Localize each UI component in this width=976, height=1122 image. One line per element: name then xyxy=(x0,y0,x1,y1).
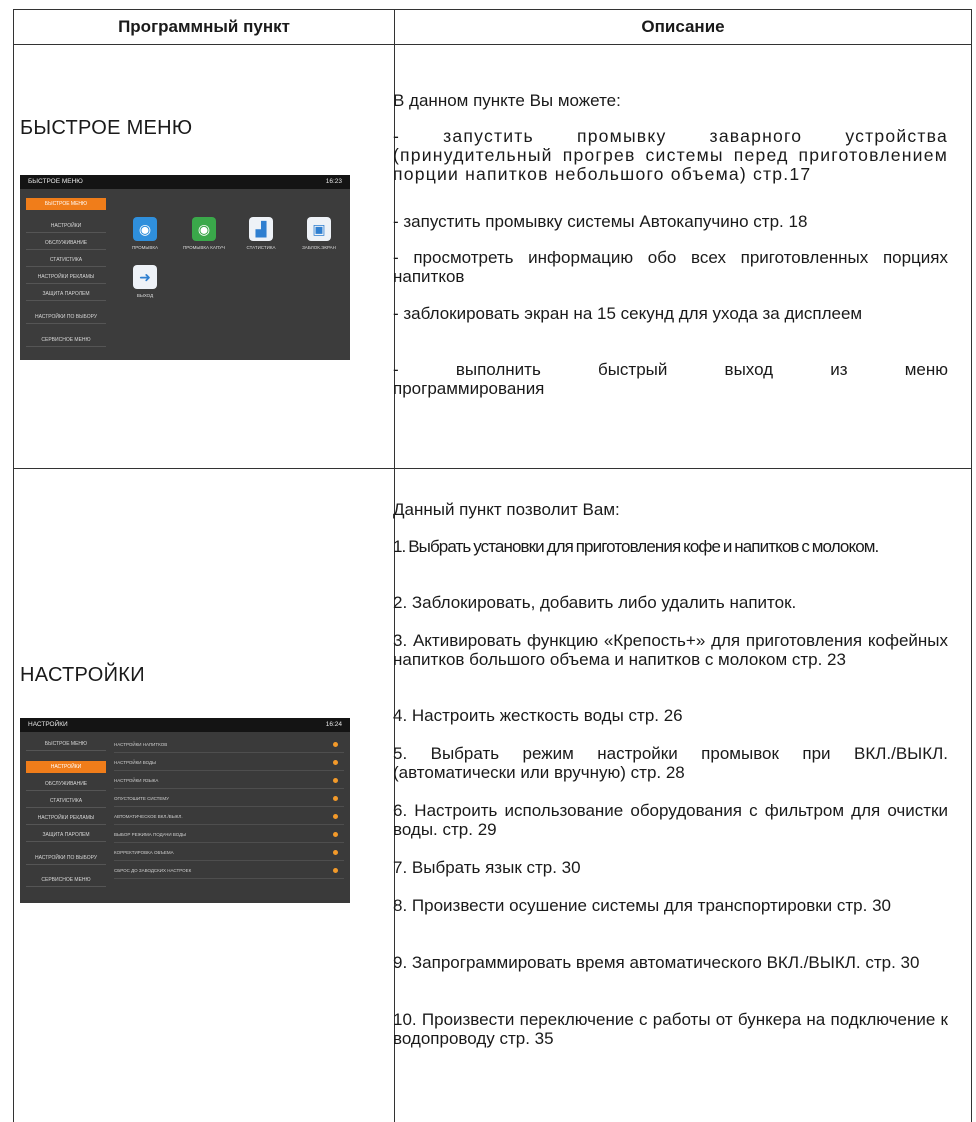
tile-label: ПРОМЫВКА КАПУЧ xyxy=(183,245,225,250)
desc-paragraph: 6. Настроить использование оборудования … xyxy=(393,801,948,839)
row-title-settings: НАСТРОЙКИ xyxy=(20,664,145,686)
arrow-icon xyxy=(333,760,338,765)
desc-paragraph: - запустить промывку системы Автокапучин… xyxy=(393,212,808,231)
menu-item: СЕРВИСНОЕ МЕНЮ xyxy=(26,334,106,347)
desc-paragraph: - выполнить быстрый выход из меню програ… xyxy=(393,360,948,398)
cappuccino-rinse-icon: ◉ xyxy=(192,217,216,241)
desc-paragraph: 4. Настроить жесткость воды стр. 26 xyxy=(393,706,683,725)
menu-item: СЕРВИСНОЕ МЕНЮ xyxy=(26,874,106,887)
desc-paragraph: 10. Произвести переключение с работы от … xyxy=(393,1010,948,1048)
settings-row: НАСТРОЙКИ НАПИТКОВ xyxy=(114,737,344,753)
settings-row: НАСТРОЙКИ ВОДЫ xyxy=(114,755,344,771)
arrow-icon xyxy=(333,742,338,747)
menu-item: НАСТРОЙКИ РЕКЛАМЫ xyxy=(26,812,106,825)
desc-paragraph: - просмотреть информацию обо всех пригот… xyxy=(393,248,948,286)
desc-paragraph: В данном пункте Вы можете: xyxy=(393,91,621,110)
desc-paragraph: 8. Произвести осушение системы для транс… xyxy=(393,896,891,915)
menu-item: ОБСЛУЖИВАНИЕ xyxy=(26,778,106,791)
menu-item: СТАТИСТИКА xyxy=(26,254,106,267)
tile-label: ПРОМЫВКА xyxy=(132,245,158,250)
settings-row: СБРОС ДО ЗАВОДСКИХ НАСТРОЕК xyxy=(114,863,344,879)
desc-paragraph: 9. Запрограммировать время автоматическо… xyxy=(393,953,920,972)
row-divider xyxy=(14,468,971,469)
screen-clock: 16:23 xyxy=(325,178,342,185)
arrow-icon xyxy=(333,850,338,855)
screen-clock: 16:24 xyxy=(325,721,342,728)
arrow-icon xyxy=(333,796,338,801)
settings-row-label: КОРРЕКТИРОВКА ОБЪЕМА xyxy=(114,850,174,855)
settings-row-label: НАСТРОЙКИ НАПИТКОВ xyxy=(114,742,168,747)
settings-row: АВТОМАТИЧЕСКОЕ ВКЛ./ВЫКЛ. xyxy=(114,809,344,825)
menu-item: ОБСЛУЖИВАНИЕ xyxy=(26,237,106,250)
desc-paragraph: 1. Выбрать установки для приготовления к… xyxy=(393,537,879,556)
desc-paragraph: 5. Выбрать режим настройки промывок при … xyxy=(393,744,948,782)
settings-row: ОПУСТОШИТЕ СИСТЕМУ xyxy=(114,791,344,807)
header-program-item: Программный пункт xyxy=(118,17,290,36)
tile-label: СТАТИСТИКА xyxy=(246,245,276,250)
menu-item: НАСТРОЙКИ xyxy=(26,761,106,773)
arrow-icon xyxy=(333,814,338,819)
desc-paragraph: 3. Активировать функцию «Крепость+» для … xyxy=(393,631,948,669)
tile-label: ВЫХОД xyxy=(136,293,154,298)
tile-label: ЗАБЛОК.ЭКРАН xyxy=(302,245,336,250)
header-description: Описание xyxy=(641,17,725,36)
menu-item: ЗАЩИТА ПАРОЛЕМ xyxy=(26,829,106,842)
screen-title-bar: НАСТРОЙКИ 16:24 xyxy=(20,718,350,732)
menu-item: НАСТРОЙКИ ПО ВЫБОРУ xyxy=(26,852,106,865)
menu-item: БЫСТРОЕ МЕНЮ xyxy=(26,738,106,751)
screen-title: БЫСТРОЕ МЕНЮ xyxy=(28,178,83,185)
menu-item: БЫСТРОЕ МЕНЮ xyxy=(26,198,106,210)
desc-paragraph: - заблокировать экран на 15 секунд для у… xyxy=(393,304,863,323)
settings-row-label: ВЫБОР РЕЖИМА ПОДАЧИ ВОДЫ xyxy=(114,832,187,837)
desc-paragraph: 2. Заблокировать, добавить либо удалить … xyxy=(393,593,797,612)
statistics-icon: ▟ xyxy=(249,217,273,241)
arrow-icon xyxy=(333,778,338,783)
desc-paragraph: Данный пункт позволит Вам: xyxy=(393,500,620,519)
settings-row: КОРРЕКТИРОВКА ОБЪЕМА xyxy=(114,845,344,861)
settings-row-label: НАСТРОЙКИ ВОДЫ xyxy=(114,760,157,765)
rinse-icon: ◉ xyxy=(133,217,157,241)
desc-paragraph: 7. Выбрать язык стр. 30 xyxy=(393,858,581,877)
menu-item: СТАТИСТИКА xyxy=(26,795,106,808)
menu-item: НАСТРОЙКИ РЕКЛАМЫ xyxy=(26,271,106,284)
screen-title: НАСТРОЙКИ xyxy=(28,721,68,728)
menu-item: ЗАЩИТА ПАРОЛЕМ xyxy=(26,288,106,301)
settings-screenshot: НАСТРОЙКИ 16:24 БЫСТРОЕ МЕНЮ НАСТРОЙКИ О… xyxy=(20,718,350,903)
lock-screen-icon: ▣ xyxy=(307,217,331,241)
desc-paragraph: - запустить промывку заварного устройств… xyxy=(393,126,948,184)
screen-title-bar: БЫСТРОЕ МЕНЮ 16:23 xyxy=(20,175,350,189)
settings-row-label: АВТОМАТИЧЕСКОЕ ВКЛ./ВЫКЛ. xyxy=(114,814,183,819)
settings-row: НАСТРОЙКИ ЯЗЫКА xyxy=(114,773,344,789)
exit-icon: ➜ xyxy=(133,265,157,289)
settings-row-label: НАСТРОЙКИ ЯЗЫКА xyxy=(114,778,159,783)
menu-item: НАСТРОЙКИ xyxy=(26,220,106,233)
arrow-icon xyxy=(333,868,338,873)
arrow-icon xyxy=(333,832,338,837)
quick-menu-screenshot: БЫСТРОЕ МЕНЮ 16:23 БЫСТРОЕ МЕНЮ НАСТРОЙК… xyxy=(20,175,350,360)
settings-row-label: СБРОС ДО ЗАВОДСКИХ НАСТРОЕК xyxy=(114,868,192,873)
table-header: Программный пункт Описание xyxy=(14,10,971,45)
menu-item: НАСТРОЙКИ ПО ВЫБОРУ xyxy=(26,311,106,324)
settings-row: ВЫБОР РЕЖИМА ПОДАЧИ ВОДЫ xyxy=(114,827,344,843)
row-title-quick-menu: БЫСТРОЕ МЕНЮ xyxy=(20,117,193,139)
settings-row-label: ОПУСТОШИТЕ СИСТЕМУ xyxy=(114,796,170,801)
